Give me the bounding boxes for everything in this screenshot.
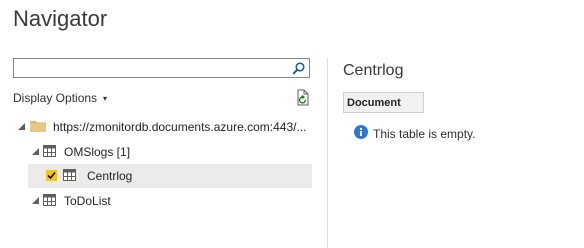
check-icon [47,172,56,180]
tree-item-centrlog[interactable]: Centrlog [28,164,312,188]
pane-divider [327,58,328,248]
empty-table-message: This table is empty. [373,127,476,141]
search-icon[interactable] [292,62,305,75]
display-options-dropdown[interactable]: Display Options ▾ [13,91,107,105]
expand-arrow-icon[interactable] [32,148,39,155]
search-box[interactable] [13,58,310,78]
page-title: Navigator [13,6,108,31]
expand-arrow-icon[interactable] [32,197,39,204]
search-input[interactable] [17,61,289,75]
table-icon [43,194,56,206]
tree-item-label: OMSlogs [1] [64,145,131,159]
info-icon [354,125,368,139]
refresh-icon[interactable] [295,89,310,106]
tree-item-source[interactable]: https://zmonitordb.documents.azure.com:4… [13,115,313,139]
preview-title: Centrlog [343,62,404,79]
tree-item-todolist[interactable]: ToDoList [13,189,313,213]
chevron-down-icon: ▾ [103,94,108,104]
expand-arrow-icon[interactable] [18,123,25,130]
tree-item-label: Centrlog [87,169,133,183]
tree-item-label: ToDoList [64,194,111,208]
display-options-label: Display Options [13,91,98,105]
centrlog-checkbox[interactable] [46,170,57,181]
tree-item-label: https://zmonitordb.documents.azure.com:4… [53,120,307,134]
table-icon [63,169,76,181]
table-icon [43,145,56,157]
column-header-document: Document [343,92,424,113]
folder-icon [30,121,46,132]
tree-item-omslogs[interactable]: OMSlogs [1] [13,140,313,164]
